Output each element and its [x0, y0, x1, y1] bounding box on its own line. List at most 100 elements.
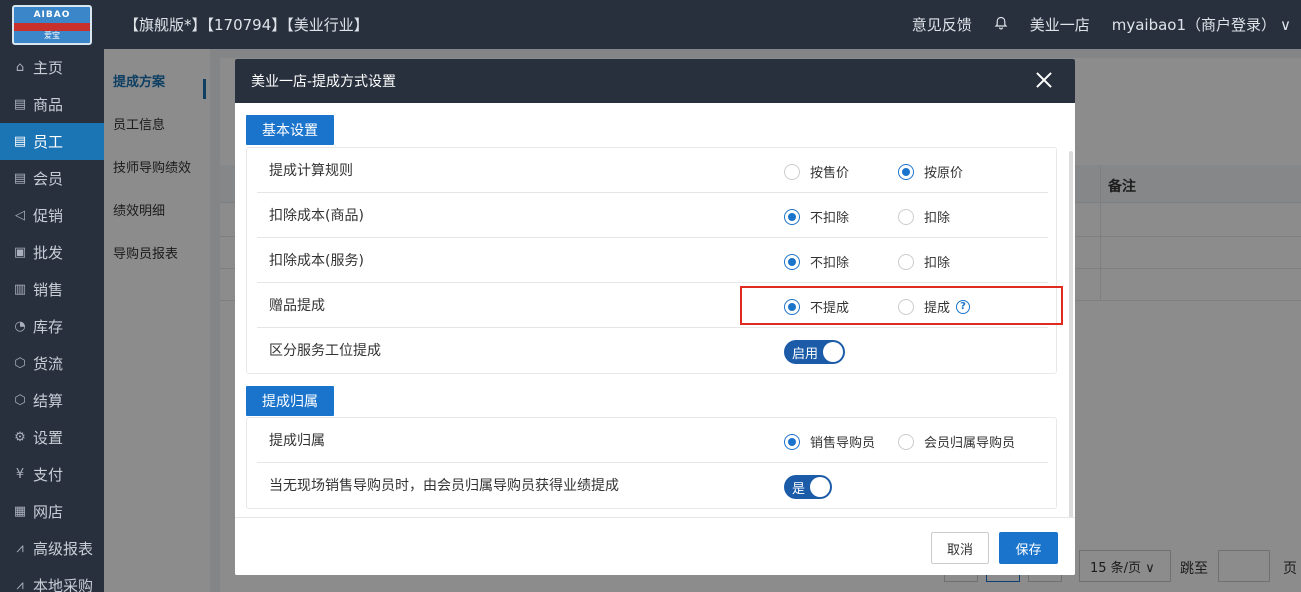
radio-button[interactable]	[898, 208, 914, 225]
sidebar-item[interactable]: ◔ 库存	[0, 308, 104, 345]
sidebar-item-label: 网店	[33, 503, 64, 521]
staff-icon: ▤	[13, 134, 27, 149]
sidebar-item-label: 货流	[33, 355, 64, 373]
radio-label: 不扣除	[810, 211, 850, 226]
goods-icon: ▤	[13, 97, 27, 112]
purchase-icon: ⩘	[16, 578, 24, 592]
sidebar-item[interactable]: ⩘ 高级报表	[0, 530, 104, 567]
sidebar-item[interactable]: ▦ 网店	[0, 493, 104, 530]
setting-label: 扣除成本(服务)	[269, 253, 364, 269]
sidebar-item[interactable]: ⩘ 本地采购	[0, 567, 104, 592]
setting-row: 扣除成本(服务) 不扣除 扣除	[257, 238, 1048, 283]
user-name: myaibao1（商户登录）	[1111, 16, 1277, 34]
inventory-icon: ◔	[14, 319, 26, 334]
setting-label: 提成计算规则	[269, 163, 353, 179]
radio-button[interactable]	[784, 208, 800, 225]
pay-icon: ¥	[15, 467, 25, 482]
close-icon[interactable]	[1033, 69, 1055, 91]
toggle-label: 启用	[792, 346, 819, 362]
radio-option[interactable]: 会员归属导购员	[898, 432, 1015, 451]
logo-text: AIBAO	[33, 9, 71, 20]
radio-option[interactable]: 不扣除	[784, 252, 849, 271]
aibao-logo: AIBAO 爱宝	[12, 4, 92, 45]
wholesale-icon: ▣	[13, 245, 27, 260]
setting-label: 区分服务工位提成	[269, 343, 381, 359]
sidebar-item[interactable]: ◁ 促销	[0, 197, 104, 234]
home-icon: ⌂	[15, 60, 25, 75]
sidebar-item[interactable]: ⚙ 设置	[0, 419, 104, 456]
gift-commission-highlight	[740, 286, 1063, 325]
radio-option[interactable]: 不扣除	[784, 207, 849, 226]
radio-label: 销售导购员	[810, 436, 876, 451]
sidebar-item-label: 库存	[33, 318, 64, 336]
sidebar-item[interactable]: ▤ 会员	[0, 160, 104, 197]
radio-label: 会员归属导购员	[924, 436, 1016, 451]
radio-option[interactable]: 销售导购员	[784, 432, 875, 451]
radio-label: 扣除	[924, 256, 951, 271]
sidebar-item[interactable]: ▤ 员工	[0, 123, 104, 160]
section-tag-basic: 基本设置	[246, 115, 334, 145]
cancel-button[interactable]: 取消	[931, 532, 989, 564]
radio-label: 按原价	[924, 166, 964, 181]
sidebar-item[interactable]: ¥ 支付	[0, 456, 104, 493]
dialog-title: 美业一店-提成方式设置	[251, 74, 397, 90]
dialog-footer: 取消 保存	[235, 517, 1075, 575]
radio-button[interactable]	[784, 163, 800, 180]
toggle-switch[interactable]: 是	[784, 475, 832, 499]
radio-button[interactable]	[784, 253, 800, 270]
promo-icon: ◁	[15, 208, 25, 223]
sidebar-item-label: 设置	[33, 429, 64, 447]
setting-label: 当无现场销售导购员时，由会员归属导购员获得业绩提成	[269, 478, 619, 494]
radio-button[interactable]	[898, 163, 914, 180]
attribution-card: 提成归属 销售导购员 会员归属导购员当无现场销售导购员时，由会员归属导购员获得业绩提…	[246, 417, 1057, 509]
sidebar-item[interactable]: ▤ 商品	[0, 86, 104, 123]
toggle-label: 是	[792, 481, 806, 497]
radio-label: 扣除	[924, 211, 951, 226]
setting-label: 扣除成本(商品)	[269, 208, 364, 224]
settings-icon: ⚙	[14, 430, 26, 445]
feedback-link[interactable]: 意见反馈	[912, 14, 972, 35]
radio-option[interactable]: 扣除	[898, 252, 950, 271]
member-icon: ▤	[13, 171, 27, 186]
toggle-knob	[810, 477, 830, 497]
dialog-header: 美业一店-提成方式设置	[235, 59, 1075, 103]
radio-button[interactable]	[898, 433, 914, 450]
sidebar-item-label: 促销	[33, 207, 64, 225]
sidebar-item[interactable]: ⬡ 结算	[0, 382, 104, 419]
setting-row: 提成归属 销售导购员 会员归属导购员	[257, 418, 1048, 463]
setting-row: 提成计算规则 按售价 按原价	[257, 148, 1048, 193]
radio-option[interactable]: 按原价	[898, 162, 963, 181]
user-menu[interactable]: myaibao1（商户登录） ∨	[1112, 14, 1291, 35]
save-button[interactable]: 保存	[999, 532, 1058, 564]
sidebar-item[interactable]: ▣ 批发	[0, 234, 104, 271]
toggle-switch[interactable]: 启用	[784, 340, 845, 364]
sidebar-item-label: 员工	[33, 133, 64, 151]
section-tag-attribution: 提成归属	[246, 386, 334, 416]
sidebar-nav: ⌂ 主页 ▤ 商品 ▤ 员工 ▤ 会员 ◁ 促销 ▣ 批发 ▥ 销售 ◔ 库存 ⬡ 货流 ⬡ 结算 ⚙ 设置 ¥ 支付 ▦ 网店 ⩘…	[0, 49, 104, 592]
sidebar-item-label: 销售	[33, 281, 64, 299]
sidebar-item-label: 会员	[33, 170, 64, 188]
radio-option[interactable]: 扣除	[898, 207, 950, 226]
basic-settings-card: 提成计算规则 按售价 按原价 扣除成本(商品) 不扣除 扣除 扣除成本(服务) 不扣除 扣除 赠品…	[246, 147, 1057, 374]
dialog-scrollbar[interactable]	[1069, 151, 1073, 517]
store-selector[interactable]: 美业一店	[1030, 14, 1090, 35]
radio-option[interactable]: 按售价	[784, 162, 849, 181]
radio-button[interactable]	[898, 253, 914, 270]
logo[interactable]: AIBAO 爱宝	[0, 0, 104, 49]
sidebar: AIBAO 爱宝 ⌂ 主页 ▤ 商品 ▤ 员工 ▤ 会员 ◁ 促销 ▣ 批发 ▥ 销售 ◔ 库存 ⬡ 货流 ⬡ 结算 ⚙…	[0, 0, 104, 592]
sidebar-item-label: 支付	[33, 466, 64, 484]
setting-row: 区分服务工位提成 启用	[257, 328, 1048, 373]
sidebar-item[interactable]: ⌂ 主页	[0, 49, 104, 86]
sidebar-item-label: 主页	[33, 59, 64, 77]
sidebar-item[interactable]: ▥ 销售	[0, 271, 104, 308]
radio-button[interactable]	[784, 433, 800, 450]
commission-settings-dialog: 美业一店-提成方式设置 基本设置 提成计算规则 按售价 按原价扣除成本(商品) 不扣除…	[235, 59, 1075, 575]
edition-breadcrumb: 【旗舰版*】【170794】【美业行业】	[124, 16, 369, 34]
sidebar-item[interactable]: ⬡ 货流	[0, 345, 104, 382]
sales-icon: ▥	[13, 282, 27, 297]
sidebar-item-label: 结算	[33, 392, 64, 410]
sidebar-item-label: 商品	[33, 96, 64, 114]
radio-label: 按售价	[810, 166, 850, 181]
bell-icon[interactable]	[994, 16, 1008, 34]
setting-label: 提成归属	[269, 433, 325, 449]
